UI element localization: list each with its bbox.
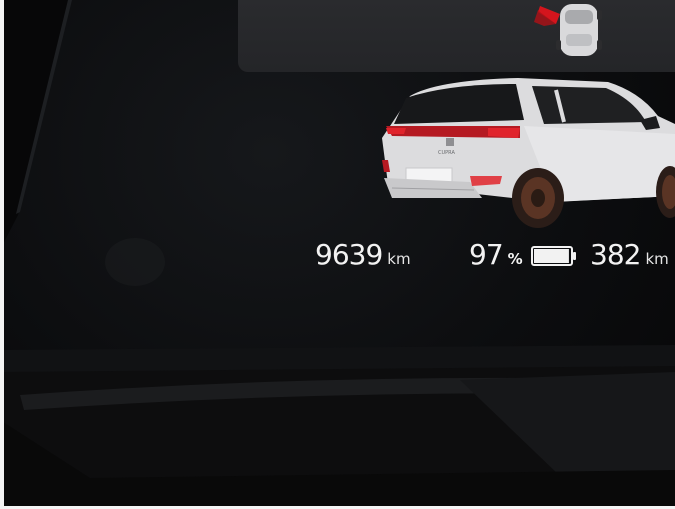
instrument-cluster-photo: CUPRA 9639 km 97% 382 km [0,0,675,509]
photo-border [0,0,675,509]
